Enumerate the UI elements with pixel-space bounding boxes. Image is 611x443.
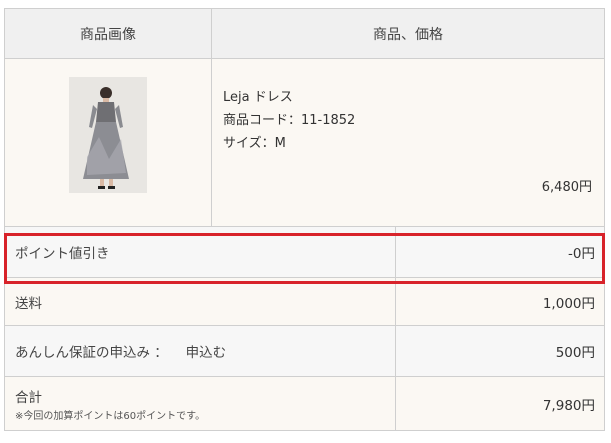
shipping-label: 送料: [5, 278, 396, 325]
product-size: サイズ：M: [223, 136, 286, 151]
point-discount-row: ポイント値引き -0円: [4, 227, 605, 278]
point-discount-label: ポイント値引き: [5, 227, 396, 277]
product-price: 6,480円: [541, 180, 592, 195]
order-summary-table: 商品画像 商品、価格 Leja ドレス 商品コード：11-1852 サイズ：M …: [4, 8, 605, 431]
product-row: Leja ドレス 商品コード：11-1852 サイズ：M 6,480円: [4, 59, 605, 227]
dress-image-icon: [69, 77, 147, 193]
table-header: 商品画像 商品、価格: [4, 8, 605, 59]
shipping-row: 送料 1,000円: [4, 278, 605, 326]
header-product-col: 商品、価格: [373, 26, 443, 43]
product-info-cell: Leja ドレス 商品コード：11-1852 サイズ：M 6,480円: [212, 59, 604, 226]
product-thumbnail[interactable]: [69, 77, 147, 193]
shipping-value: 1,000円: [542, 295, 595, 312]
total-row: 合計 ※今回の加算ポイントは60ポイントです。 7,980円: [4, 377, 605, 431]
total-label: 合計: [15, 389, 42, 406]
total-value: 7,980円: [542, 397, 595, 414]
points-note: ※今回の加算ポイントは60ポイントです。: [15, 410, 206, 422]
warranty-row: あんしん保証の申込み ： 申込む 500円: [4, 326, 605, 377]
total-label-cell: 合計 ※今回の加算ポイントは60ポイントです。: [5, 377, 396, 430]
header-image-col: 商品画像: [5, 9, 212, 58]
point-discount-value: -0円: [568, 246, 595, 262]
product-image-cell: [5, 59, 212, 226]
warranty-value: 500円: [555, 345, 595, 361]
product-code: 商品コード：11-1852: [223, 113, 356, 128]
product-name: Leja ドレス: [223, 90, 293, 105]
warranty-label: あんしん保証の申込み ： 申込む: [5, 326, 396, 376]
